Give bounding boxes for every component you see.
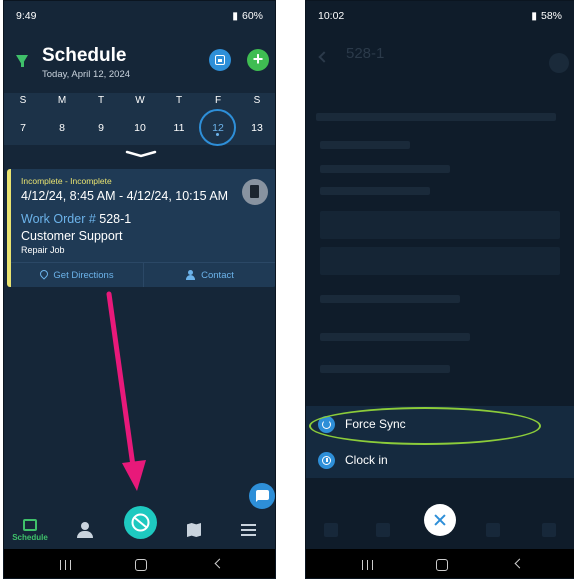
work-order-card[interactable]: Incomplete - Incomplete 4/12/24, 8:45 AM… xyxy=(7,169,275,287)
schedule-screen: 9:49 ▮ 60% Schedule Today, April 12, 2024… xyxy=(3,0,276,579)
actions-menu-screen: 10:02 ▮ 58% 528-1 Force Sync Clock in xyxy=(305,0,574,579)
dimmed-line xyxy=(320,333,470,341)
sync-icon xyxy=(131,513,150,532)
contact-button[interactable]: Contact xyxy=(143,263,275,287)
pointer-arrow xyxy=(106,291,146,491)
week-day-labels: SMTWTFS xyxy=(4,95,275,109)
nav-map[interactable] xyxy=(172,511,216,549)
back-arrow-icon xyxy=(318,51,330,63)
card-actions: Get Directions Contact xyxy=(11,262,275,287)
work-order-label: Work Order # xyxy=(21,212,96,226)
calendar-button[interactable] xyxy=(209,49,231,71)
status-bar: 9:49 ▮ 60% xyxy=(4,1,275,31)
battery-level: 58% xyxy=(540,10,562,22)
recents-icon[interactable] xyxy=(362,560,373,570)
clock-in-label: Clock in xyxy=(345,453,388,467)
contact-label: Contact xyxy=(201,269,234,281)
system-nav-bar xyxy=(4,549,275,578)
dimmed-line xyxy=(316,113,556,121)
battery-level: 60% xyxy=(241,10,263,22)
signal-icon: ▮ xyxy=(232,10,238,22)
status-bar: 10:02 ▮ 58% xyxy=(306,1,574,31)
user-icon xyxy=(77,522,93,538)
dimmed-box xyxy=(320,247,560,275)
week-date[interactable]: 13 xyxy=(242,122,272,134)
selected-date-ring xyxy=(199,109,236,146)
highlight-ellipse xyxy=(309,407,541,445)
dimmed-line xyxy=(320,295,460,303)
filter-icon[interactable] xyxy=(16,55,28,67)
schedule-icon xyxy=(23,518,37,531)
event-dot xyxy=(216,133,219,136)
signal-icon: ▮ xyxy=(531,10,537,22)
dimmed-line xyxy=(320,165,450,173)
get-directions-button[interactable]: Get Directions xyxy=(11,263,143,287)
work-order-number: 528-1 xyxy=(99,212,132,226)
clock-in-item[interactable]: Clock in xyxy=(306,442,574,478)
dimmed-line xyxy=(320,187,430,195)
page-subtitle-date: Today, April 12, 2024 xyxy=(42,69,131,80)
card-job-type: Repair Job xyxy=(21,245,65,255)
card-work-order: Work Order # 528-1 xyxy=(21,212,131,226)
week-day-label: S xyxy=(253,95,261,106)
nav-schedule[interactable]: Schedule xyxy=(8,511,52,549)
dimmed-line xyxy=(320,141,410,149)
dimmed-line xyxy=(320,365,450,373)
week-day-label: S xyxy=(19,95,27,106)
week-date[interactable]: 11 xyxy=(164,122,194,134)
week-date[interactable]: 10 xyxy=(125,122,155,134)
week-date[interactable]: 9 xyxy=(86,122,116,134)
hamburger-menu-icon xyxy=(240,524,256,536)
clock-icon xyxy=(318,451,335,469)
document-icon[interactable] xyxy=(242,179,268,205)
nav-profile[interactable] xyxy=(63,511,107,549)
week-day-label: W xyxy=(135,95,145,106)
card-status: Incomplete - Incomplete xyxy=(21,176,112,186)
home-icon[interactable] xyxy=(135,559,147,571)
get-directions-label: Get Directions xyxy=(53,269,114,281)
dimmed-nav-icon xyxy=(376,523,390,537)
status-time: 9:49 xyxy=(16,10,37,22)
back-icon[interactable] xyxy=(514,558,525,569)
week-day-label: T xyxy=(97,95,105,106)
week-day-label: M xyxy=(57,95,67,106)
person-icon xyxy=(186,270,196,280)
nav-menu[interactable] xyxy=(226,511,270,549)
map-icon xyxy=(187,523,201,537)
week-date[interactable]: 8 xyxy=(47,122,77,134)
week-date[interactable]: 7 xyxy=(8,122,38,134)
location-pin-icon xyxy=(40,270,48,280)
chat-button[interactable] xyxy=(249,483,275,509)
add-button[interactable]: + xyxy=(247,49,269,71)
recents-icon[interactable] xyxy=(60,560,71,570)
dimmed-nav-icon xyxy=(486,523,500,537)
dimmed-avatar xyxy=(549,53,569,73)
card-time-range: 4/12/24, 8:45 AM - 4/12/24, 10:15 AM xyxy=(21,189,229,203)
week-day-label: F xyxy=(214,95,222,106)
nav-schedule-label: Schedule xyxy=(12,532,48,542)
page-title: Schedule xyxy=(42,45,127,66)
card-customer: Customer Support xyxy=(21,229,123,243)
system-nav-bar xyxy=(306,549,574,578)
home-icon[interactable] xyxy=(436,559,448,571)
back-icon[interactable] xyxy=(214,558,225,569)
sync-actions-button[interactable] xyxy=(124,506,157,539)
status-time: 10:02 xyxy=(318,10,345,22)
dimmed-nav-icon xyxy=(542,523,556,537)
dimmed-background: 528-1 xyxy=(306,31,574,406)
week-day-label: T xyxy=(175,95,183,106)
dimmed-title: 528-1 xyxy=(346,45,385,62)
dimmed-box xyxy=(320,211,560,239)
close-menu-button[interactable] xyxy=(424,504,456,536)
dimmed-nav-icon xyxy=(324,523,338,537)
chevron-down-icon[interactable] xyxy=(125,150,157,158)
